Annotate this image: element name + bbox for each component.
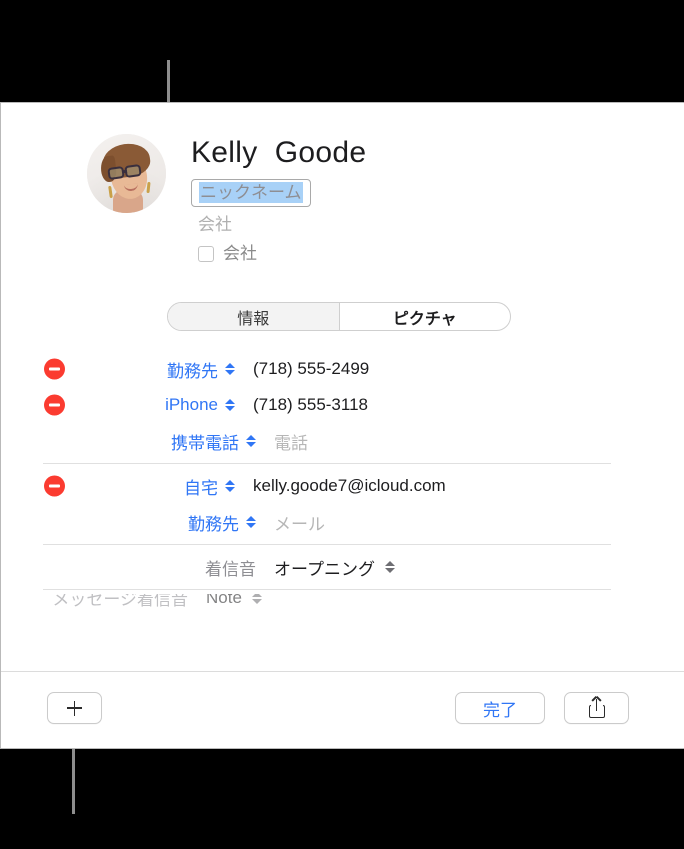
chevron-up-icon bbox=[225, 363, 235, 368]
share-icon bbox=[588, 698, 605, 718]
field-value[interactable]: (718) 555-3118 bbox=[253, 395, 368, 415]
field-label-cell[interactable]: 自宅 bbox=[90, 474, 235, 499]
name-block: Kelly Goode ニックネーム 会社 会社 bbox=[191, 135, 366, 264]
avatar-earring-left bbox=[108, 185, 113, 199]
contact-editor-panel: Kelly Goode ニックネーム 会社 会社 情報 ピクチャ 勤務先 (71… bbox=[0, 102, 684, 749]
field-label-cell: メッセージ着信音 bbox=[43, 594, 188, 608]
company-checkbox-row[interactable]: 会社 bbox=[191, 244, 366, 264]
chevron-up-icon bbox=[384, 561, 395, 566]
nickname-placeholder-text: ニックネーム bbox=[199, 182, 303, 203]
field-row[interactable]: 勤務先 メール bbox=[1, 504, 684, 540]
field-row[interactable]: 自宅 kelly.goode7@icloud.com bbox=[1, 468, 684, 504]
avatar-earring-right bbox=[146, 181, 151, 194]
company-checkbox[interactable] bbox=[198, 246, 214, 262]
label-stepper-icon[interactable] bbox=[246, 516, 256, 528]
field-label-cell: 着信音 bbox=[111, 555, 256, 580]
field-value: オープニング bbox=[274, 559, 375, 579]
remove-placeholder bbox=[43, 512, 64, 533]
tab-info[interactable]: 情報 bbox=[168, 303, 339, 330]
tab-picture-label: ピクチャ bbox=[392, 310, 457, 328]
remove-field-button[interactable] bbox=[44, 394, 65, 416]
field-label-cell[interactable]: 勤務先 bbox=[90, 357, 235, 382]
bottom-toolbar: 完了 bbox=[1, 672, 684, 748]
contact-name: Kelly Goode bbox=[191, 136, 367, 169]
minus-icon bbox=[49, 367, 60, 371]
clipped-row-inner: メッセージ着信音 Note bbox=[43, 594, 262, 608]
value-stepper-icon[interactable] bbox=[251, 594, 262, 604]
field-label: メッセージ着信音 bbox=[52, 594, 188, 608]
remove-placeholder bbox=[43, 431, 64, 452]
row-divider bbox=[43, 544, 611, 545]
field-value-placeholder[interactable]: 電話 bbox=[274, 429, 308, 454]
label-stepper-icon[interactable] bbox=[225, 480, 235, 492]
message-tone-select[interactable]: Note bbox=[206, 594, 262, 608]
chevron-down-icon bbox=[225, 487, 235, 492]
row-divider bbox=[43, 463, 611, 464]
glasses-bridge bbox=[122, 169, 128, 173]
field-label: 携帯電話 bbox=[171, 433, 239, 453]
remove-placeholder bbox=[43, 557, 64, 578]
chevron-down-icon bbox=[246, 523, 256, 528]
ringtone-select[interactable]: オープニング bbox=[274, 555, 395, 580]
row-divider bbox=[43, 589, 611, 590]
chevron-up-icon bbox=[225, 399, 235, 404]
field-label: 勤務先 bbox=[188, 514, 239, 534]
remove-field-button[interactable] bbox=[44, 358, 65, 380]
screenshot-stage: Kelly Goode ニックネーム 会社 会社 情報 ピクチャ 勤務先 (71… bbox=[0, 0, 684, 849]
field-label: 着信音 bbox=[205, 559, 256, 579]
field-value[interactable]: (718) 555-2499 bbox=[253, 359, 369, 379]
field-value-placeholder[interactable]: メール bbox=[274, 510, 325, 535]
avatar[interactable] bbox=[87, 134, 166, 213]
minus-icon bbox=[49, 484, 60, 488]
field-label-cell[interactable]: 勤務先 bbox=[111, 510, 256, 535]
value-stepper-icon[interactable] bbox=[384, 561, 395, 573]
chevron-down-icon bbox=[225, 406, 235, 411]
label-stepper-icon[interactable] bbox=[246, 435, 256, 447]
segmented-tab-bar[interactable]: 情報 ピクチャ bbox=[167, 302, 511, 331]
tab-info-label: 情報 bbox=[237, 310, 270, 328]
chevron-down-icon bbox=[225, 370, 235, 375]
remove-field-button[interactable] bbox=[44, 475, 65, 497]
field-value[interactable]: kelly.goode7@icloud.com bbox=[253, 476, 446, 496]
label-stepper-icon[interactable] bbox=[225, 399, 235, 411]
avatar-photo bbox=[87, 134, 166, 213]
add-field-button[interactable] bbox=[47, 692, 102, 724]
chevron-up-icon bbox=[246, 435, 256, 440]
company-checkbox-label: 会社 bbox=[223, 244, 257, 263]
chevron-up-icon bbox=[225, 480, 235, 485]
field-label: 自宅 bbox=[184, 478, 218, 498]
chevron-up-icon bbox=[246, 516, 256, 521]
chevron-up-icon bbox=[251, 594, 262, 597]
field-row[interactable]: 勤務先 (718) 555-2499 bbox=[1, 351, 684, 387]
field-value: Note bbox=[206, 594, 242, 607]
share-icon-arrowhead bbox=[592, 699, 600, 704]
chevron-down-icon bbox=[246, 442, 256, 447]
done-button[interactable]: 完了 bbox=[455, 692, 545, 724]
field-row[interactable]: 携帯電話 電話 bbox=[1, 423, 684, 459]
field-label-cell[interactable]: iPhone bbox=[90, 395, 235, 415]
clipped-field-row[interactable]: メッセージ着信音 Note bbox=[1, 594, 684, 608]
glasses-left-lens bbox=[107, 165, 125, 181]
field-label: 勤務先 bbox=[167, 361, 218, 381]
nickname-input[interactable]: ニックネーム bbox=[191, 179, 311, 207]
chevron-down-icon bbox=[251, 598, 262, 604]
tab-picture[interactable]: ピクチャ bbox=[338, 303, 511, 330]
share-button[interactable] bbox=[564, 692, 629, 724]
done-button-label: 完了 bbox=[483, 700, 517, 720]
company-input[interactable]: 会社 bbox=[191, 214, 366, 236]
minus-icon bbox=[49, 403, 60, 407]
field-list: 勤務先 (718) 555-2499 iPhone (718) 555-3118… bbox=[1, 351, 684, 673]
chevron-down-icon bbox=[384, 568, 395, 573]
label-stepper-icon[interactable] bbox=[225, 363, 235, 375]
plus-icon-vertical bbox=[73, 700, 76, 716]
field-row[interactable]: iPhone (718) 555-3118 bbox=[1, 387, 684, 423]
field-label-cell[interactable]: 携帯電話 bbox=[111, 429, 256, 454]
contact-header: Kelly Goode ニックネーム 会社 会社 bbox=[1, 103, 684, 285]
field-row[interactable]: 着信音 オープニング bbox=[1, 549, 684, 585]
field-label: iPhone bbox=[165, 395, 218, 414]
